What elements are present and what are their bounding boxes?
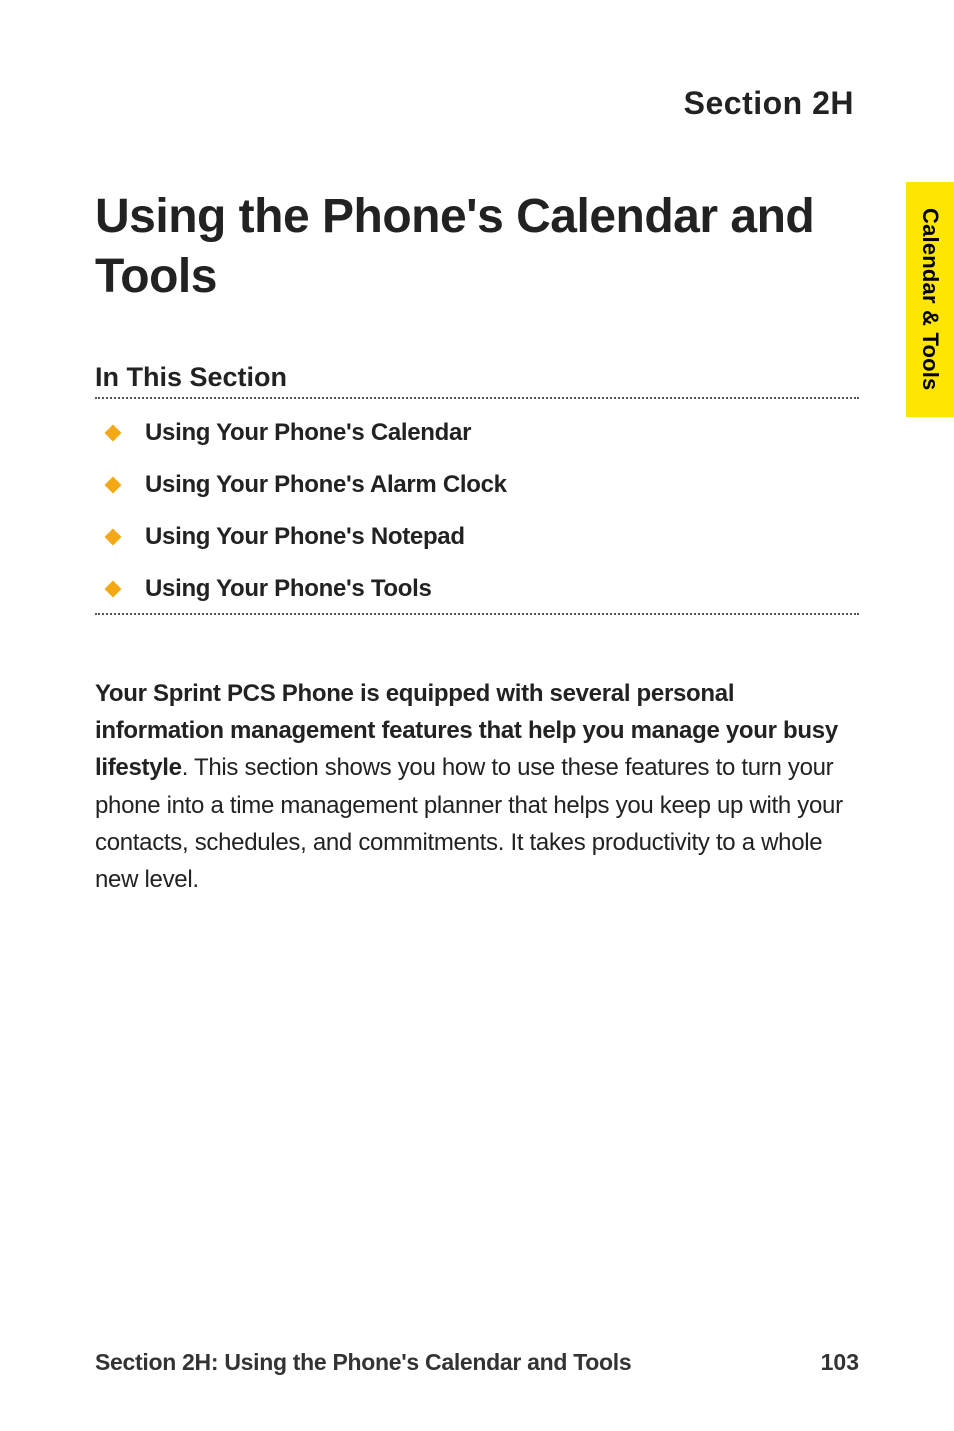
body-paragraph: Your Sprint PCS Phone is equipped with s…: [95, 675, 859, 898]
section-label: Section 2H: [95, 85, 854, 122]
bullet-text: Using Your Phone's Alarm Clock: [145, 471, 507, 499]
paragraph-rest: . This section shows you how to use thes…: [95, 754, 843, 893]
dotted-divider-top: [95, 397, 859, 399]
bullet-text: Using Your Phone's Notepad: [145, 523, 465, 551]
list-item: Using Your Phone's Calendar: [95, 419, 859, 447]
diamond-bullet-icon: [105, 581, 122, 598]
page-footer: Section 2H: Using the Phone's Calendar a…: [95, 1349, 859, 1376]
page-content: Section 2H Using the Phone's Calendar an…: [0, 0, 954, 1431]
bullet-list: Using Your Phone's Calendar Using Your P…: [95, 419, 859, 603]
diamond-bullet-icon: [105, 529, 122, 546]
bullet-text: Using Your Phone's Calendar: [145, 419, 471, 447]
diamond-bullet-icon: [105, 477, 122, 494]
footer-section-title: Section 2H: Using the Phone's Calendar a…: [95, 1349, 631, 1376]
list-item: Using Your Phone's Notepad: [95, 523, 859, 551]
dotted-divider-bottom: [95, 613, 859, 615]
list-item: Using Your Phone's Alarm Clock: [95, 471, 859, 499]
main-title: Using the Phone's Calendar and Tools: [95, 187, 859, 307]
list-item: Using Your Phone's Tools: [95, 575, 859, 603]
page-number: 103: [821, 1349, 859, 1376]
bullet-text: Using Your Phone's Tools: [145, 575, 432, 603]
diamond-bullet-icon: [105, 425, 122, 442]
subsection-heading: In This Section: [95, 362, 859, 393]
